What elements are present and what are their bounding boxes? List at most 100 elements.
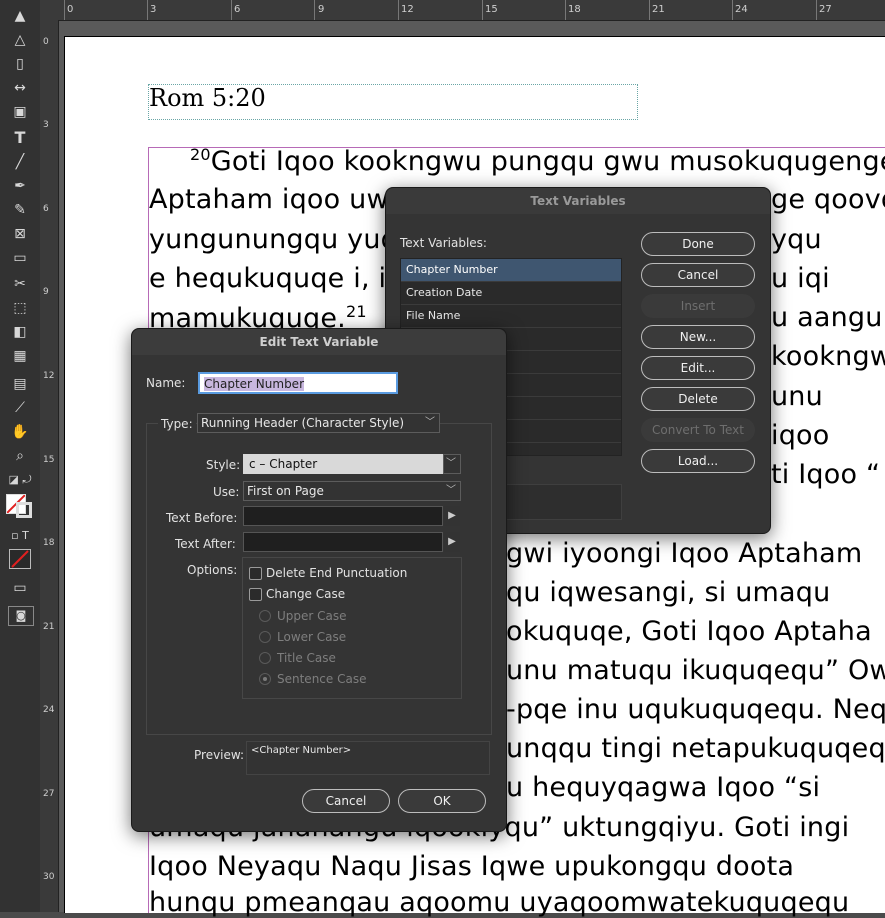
body-line: gwi iyoongi Iqoo Aptaham — [506, 538, 863, 569]
type-tool-icon[interactable]: T — [8, 128, 32, 148]
upper-case-radio[interactable] — [259, 610, 271, 622]
body-line-fragment: ge qoovq — [771, 184, 885, 215]
delete-end-punctuation-checkbox[interactable] — [249, 567, 262, 580]
gradient-feather-tool-icon[interactable]: ▦ — [8, 346, 32, 366]
body-line: qu iqwesangi, si umaqu — [506, 577, 831, 608]
cancel-button[interactable]: Cancel — [302, 789, 390, 813]
style-select[interactable]: c – Chapter — [243, 454, 443, 474]
change-case-label: Change Case — [266, 587, 346, 601]
verse-number: 20 — [190, 145, 211, 164]
rectangle-tool-icon[interactable]: ▭ — [8, 248, 32, 268]
body-line-fragment: u iqi — [771, 263, 830, 294]
ruler-label: 30 — [43, 872, 55, 882]
text-before-label: Text Before: — [166, 511, 238, 525]
body-line: unu matuqu ikuquqequ” Ow — [506, 655, 885, 686]
delete-button[interactable]: Delete — [641, 387, 755, 411]
text-before-menu-icon[interactable]: ▶ — [444, 506, 460, 526]
use-select[interactable]: First on Page ﹀ — [243, 481, 461, 501]
style-select-arrow[interactable]: ﹀ — [443, 454, 461, 474]
lower-case-radio[interactable] — [259, 631, 271, 643]
dialog-title: Text Variables — [386, 188, 770, 214]
ruler-label: 0 — [43, 37, 49, 47]
rectangle-frame-tool-icon[interactable]: ⊠ — [8, 224, 32, 244]
body-line: yungunungqu yuq — [149, 224, 398, 255]
name-label: Name: — [146, 376, 186, 390]
style-label: Style: — [206, 458, 241, 472]
ruler-label: 6 — [43, 204, 49, 214]
name-field[interactable]: Chapter Number — [198, 372, 398, 394]
ruler-label: 12 — [43, 371, 55, 381]
text-before-field[interactable] — [243, 506, 443, 526]
free-transform-tool-icon[interactable]: ⬚ — [8, 298, 32, 318]
sentence-case-label: Sentence Case — [277, 672, 367, 686]
ruler-label: 3 — [43, 120, 49, 130]
body-line: Iqoo Neyaqu Naqu Jisas Iqwe upukongqu do… — [149, 851, 795, 882]
edit-button[interactable]: Edit... — [641, 356, 755, 380]
upper-case-label: Upper Case — [277, 609, 347, 623]
default-colors-icon[interactable]: ◪ ⤾ — [8, 470, 32, 490]
pen-tool-icon[interactable]: ✒ — [8, 176, 32, 196]
line-tool-icon[interactable]: ╱ — [8, 152, 32, 172]
use-label: Use: — [213, 485, 240, 499]
type-select[interactable]: Running Header (Character Style) ﹀ — [197, 413, 440, 433]
stroke-swatch-icon[interactable] — [16, 502, 32, 518]
done-button[interactable]: Done — [641, 232, 755, 256]
name-field-value: Chapter Number — [204, 377, 304, 391]
ruler-label: 9 — [43, 287, 49, 297]
type-select-value: Running Header (Character Style) — [201, 416, 405, 430]
ruler-label: 27 — [43, 789, 55, 799]
insert-button[interactable]: Insert — [641, 294, 755, 318]
title-case-radio[interactable] — [259, 652, 271, 664]
new-button[interactable]: New... — [641, 325, 755, 349]
verse-number: 21 — [345, 302, 367, 321]
load-button[interactable]: Load... — [641, 449, 755, 473]
selection-tool-icon[interactable]: ▲ — [8, 6, 32, 26]
eyedropper-tool-icon[interactable]: ⟋ — [8, 398, 32, 418]
horizontal-ruler[interactable]: 0 3 6 9 12 15 18 21 24 27 — [58, 0, 885, 21]
view-mode-icon[interactable]: ▭ — [8, 578, 32, 598]
ruler-label: 15 — [485, 4, 498, 15]
body-line-fragment: yqu — [771, 224, 822, 255]
note-tool-icon[interactable]: ▤ — [8, 374, 32, 394]
hand-tool-icon[interactable]: ✋ — [8, 422, 32, 442]
list-item[interactable]: File Name — [401, 305, 621, 328]
ruler-label: 3 — [150, 4, 157, 15]
formatting-container-icon[interactable]: ▫ T — [8, 526, 32, 546]
type-label: Type: — [158, 417, 196, 431]
direct-selection-tool-icon[interactable]: △ — [8, 30, 32, 50]
ruler-origin[interactable] — [40, 0, 59, 21]
gap-tool-icon[interactable]: ↔ — [8, 78, 32, 98]
ruler-label: 21 — [43, 622, 55, 632]
body-line: hunqu pmeanqau aqoomu uyaqoomwatekuquqeq… — [149, 887, 850, 918]
list-item[interactable]: Chapter Number — [401, 259, 621, 282]
body-line: e hequkuquqe i, i — [149, 263, 387, 294]
screen-mode-icon[interactable]: ◙ — [8, 606, 34, 626]
ruler-label: 24 — [735, 4, 748, 15]
change-case-checkbox[interactable] — [249, 588, 262, 601]
convert-to-text-button[interactable]: Convert To Text — [641, 418, 755, 442]
text-after-field[interactable] — [243, 532, 443, 552]
body-line-fragment: kookngw — [771, 341, 885, 372]
pencil-tool-icon[interactable]: ✎ — [8, 200, 32, 220]
text-after-menu-icon[interactable]: ▶ — [444, 532, 460, 552]
vertical-ruler[interactable]: 0 3 6 9 12 15 18 21 24 27 30 — [40, 20, 59, 912]
apply-none-icon[interactable] — [9, 549, 31, 569]
running-header-text: Rom 5:20 — [149, 84, 266, 112]
content-collector-icon[interactable]: ▣ — [8, 102, 32, 122]
ruler-label: 18 — [568, 4, 581, 15]
ruler-label: 12 — [401, 4, 414, 15]
gradient-swatch-tool-icon[interactable]: ◧ — [8, 322, 32, 342]
page-tool-icon[interactable]: ▯ — [8, 54, 32, 74]
list-item[interactable]: Creation Date — [401, 282, 621, 305]
delete-end-punctuation-label: Delete End Punctuation — [266, 566, 408, 580]
chevron-down-icon: ﹀ — [425, 417, 435, 428]
scissors-tool-icon[interactable]: ✂ — [8, 274, 32, 294]
cancel-button[interactable]: Cancel — [641, 263, 755, 287]
body-line: unqqu tingi netapukuquqeq — [506, 733, 885, 764]
ok-button[interactable]: OK — [398, 789, 486, 813]
zoom-tool-icon[interactable]: ⌕ — [8, 446, 32, 466]
chevron-down-icon: ﹀ — [446, 485, 456, 496]
ruler-label: 27 — [819, 4, 832, 15]
preview-box: <Chapter Number> — [246, 741, 490, 775]
sentence-case-radio[interactable] — [259, 673, 271, 685]
